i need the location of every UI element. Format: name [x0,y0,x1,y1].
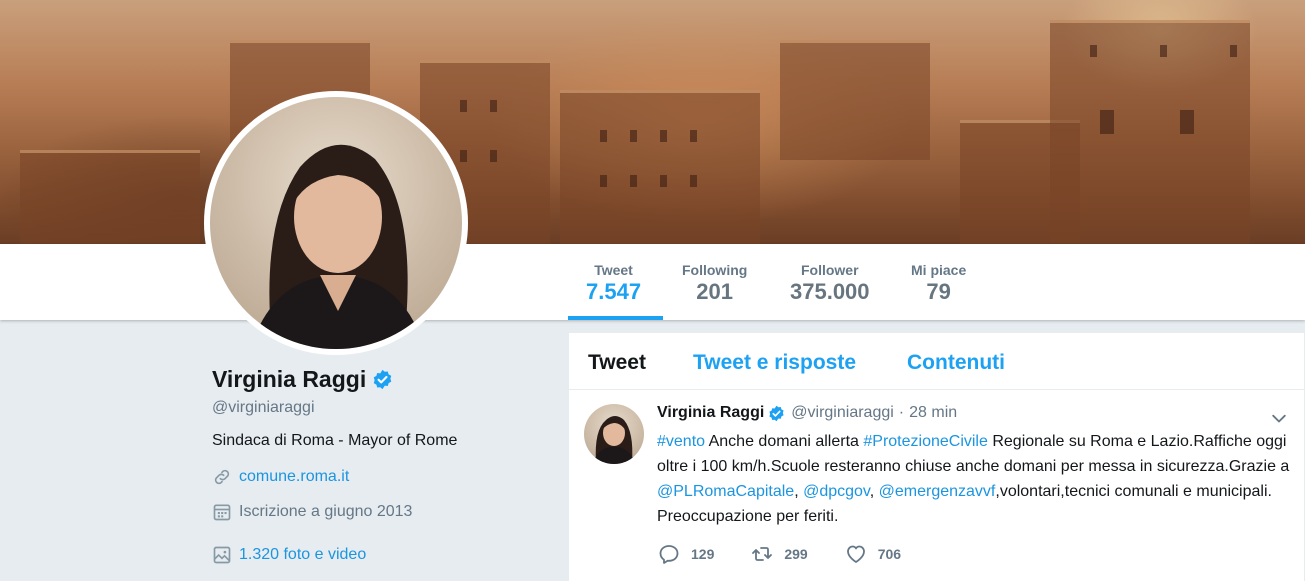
joined-row: Iscrizione a giugno 2013 [212,502,542,522]
mention-link[interactable]: @dpcgov [803,483,870,500]
profile-avatar[interactable] [204,91,468,355]
tweet-timestamp[interactable]: 28 min [909,404,957,422]
mention-link[interactable]: @emergenzavvf [879,483,996,500]
profile-info: Virginia Raggi @virginiaraggi Sindaca di… [212,366,542,565]
website-row: comune.roma.it [212,467,542,487]
link-icon [214,469,230,485]
tweet[interactable]: Virginia Raggi @virginiaraggi · 28 min #… [569,390,1304,581]
hashtag-link[interactable]: #vento [657,433,705,450]
retweet-icon [752,547,773,561]
stat-likes[interactable]: Mi piace 79 [911,262,966,305]
heart-icon [846,545,865,563]
stat-tweets[interactable]: Tweet 7.547 [586,262,641,305]
tweet-text-part: Anche domani allerta [705,433,864,450]
reply-icon [659,545,679,564]
media-row: 1.320 foto e video [212,545,542,565]
chevron-down-icon[interactable] [1269,409,1289,429]
tweet-text-part: , [869,483,879,500]
verified-icon [373,369,392,390]
media-link[interactable]: 1.320 foto e video [239,546,366,564]
timeline: Tweet Tweet e risposte Contenuti Virgini… [569,333,1304,581]
profile-banner [0,0,1305,244]
stat-label: Follower [800,262,859,278]
stat-value: 7.547 [586,279,642,304]
tweet-avatar[interactable] [584,404,644,464]
active-stat-underline [568,316,663,320]
profile-nav: Tweet 7.547 Following 201 Follower 375.0… [0,244,1305,320]
retweet-button[interactable]: 299 [750,542,808,566]
tweet-separator: · [898,404,905,421]
stat-value: 79 [926,279,951,304]
tab-tweets[interactable]: Tweet [588,351,646,375]
stat-label: Tweet [594,262,633,278]
timeline-tabs: Tweet Tweet e risposte Contenuti [569,333,1304,390]
like-button[interactable]: 706 [844,542,901,566]
tweet-actions: 129 299 706 [657,542,937,566]
tab-tweets-replies[interactable]: Tweet e risposte [693,351,856,375]
reply-count: 129 [691,546,715,562]
tweet-author-name[interactable]: Virginia Raggi [657,404,764,422]
tab-media[interactable]: Contenuti [907,351,1005,375]
avatar-photo [210,97,462,349]
hashtag-link[interactable]: #ProtezioneCivile [863,433,988,450]
like-count: 706 [877,546,902,562]
stat-label: Mi piace [911,262,967,278]
verified-icon [769,405,784,421]
joined-date: Iscrizione a giugno 2013 [239,503,413,520]
stat-followers[interactable]: Follower 375.000 [790,262,870,305]
stat-value: 375.000 [790,279,870,304]
website-link[interactable]: comune.roma.it [239,468,349,486]
retweet-count: 299 [784,546,808,562]
mention-link[interactable]: @PLRomaCapitale [657,483,794,500]
image-icon [213,546,231,564]
stat-value: 201 [696,279,734,304]
reply-button[interactable]: 129 [657,542,714,566]
profile-handle: @virginiaraggi [212,399,315,416]
tweet-text-part: , [794,483,804,500]
stat-following[interactable]: Following 201 [682,262,747,305]
tweet-header: Virginia Raggi @virginiaraggi · 28 min [657,404,957,422]
tweet-text: #vento Anche domani allerta #ProtezioneC… [657,429,1292,529]
profile-name[interactable]: Virginia Raggi [212,366,366,393]
tweet-author-handle[interactable]: @virginiaraggi [791,404,894,422]
calendar-icon [213,504,231,521]
profile-bio: Sindaca di Roma - Mayor of Rome [212,432,458,449]
stat-label: Following [682,262,748,278]
